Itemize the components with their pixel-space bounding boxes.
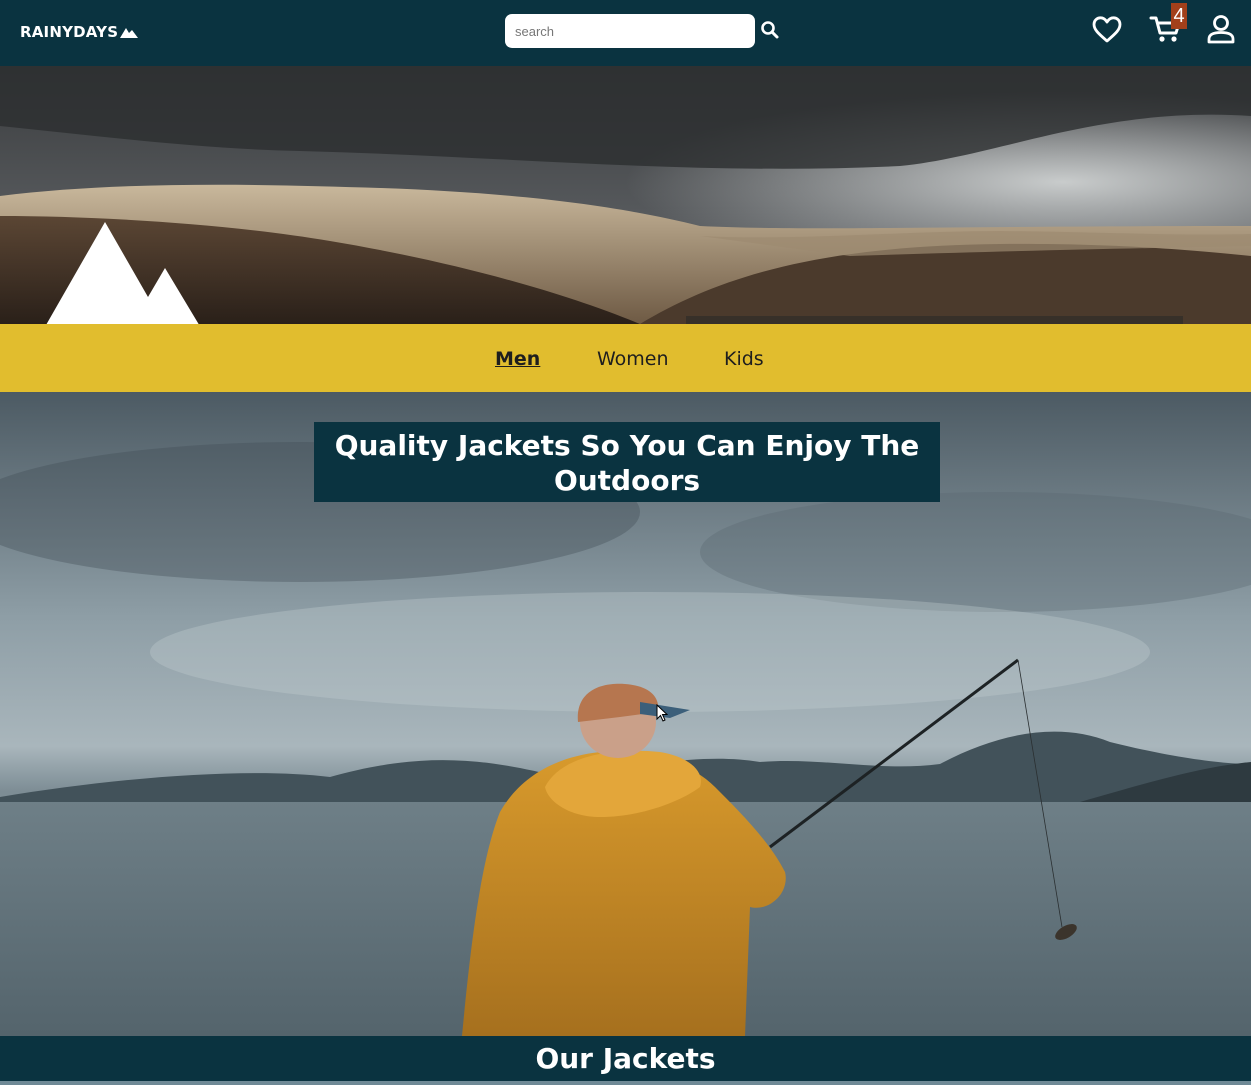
- heart-icon[interactable]: [1091, 15, 1123, 43]
- search-icon[interactable]: [760, 20, 780, 40]
- section-divider: [0, 1081, 1251, 1085]
- user-icon[interactable]: [1206, 14, 1236, 44]
- jackets-section-header: Our Jackets: [0, 1036, 1251, 1081]
- brand-logo[interactable]: RAINYDAYS: [20, 23, 139, 41]
- nav-item-men[interactable]: Men: [495, 348, 540, 370]
- mouse-cursor-icon: [656, 704, 668, 722]
- hero-banner: Pushing The Comfort Zone: [0, 66, 1251, 324]
- nav-item-kids[interactable]: Kids: [724, 348, 764, 370]
- hero-heading: Quality Jackets So You Can Enjoy The Out…: [314, 422, 940, 502]
- mountain-logo-icon: [46, 222, 199, 324]
- nav-item-women[interactable]: Women: [597, 348, 669, 370]
- section-title: Our Jackets: [535, 1042, 716, 1075]
- site-header: RAINYDAYS 4: [0, 0, 1251, 66]
- search-box: [505, 14, 755, 48]
- category-nav: Men Women Kids: [0, 324, 1251, 392]
- search-input[interactable]: [505, 14, 755, 48]
- brand-name: RAINYDAYS: [20, 23, 119, 41]
- banner-tagline: Pushing The Comfort Zone: [686, 316, 1183, 324]
- hero-section: Quality Jackets So You Can Enjoy The Out…: [0, 392, 1251, 1036]
- cart-count-badge: 4: [1171, 3, 1187, 29]
- brand-mountain-icon: [120, 27, 139, 38]
